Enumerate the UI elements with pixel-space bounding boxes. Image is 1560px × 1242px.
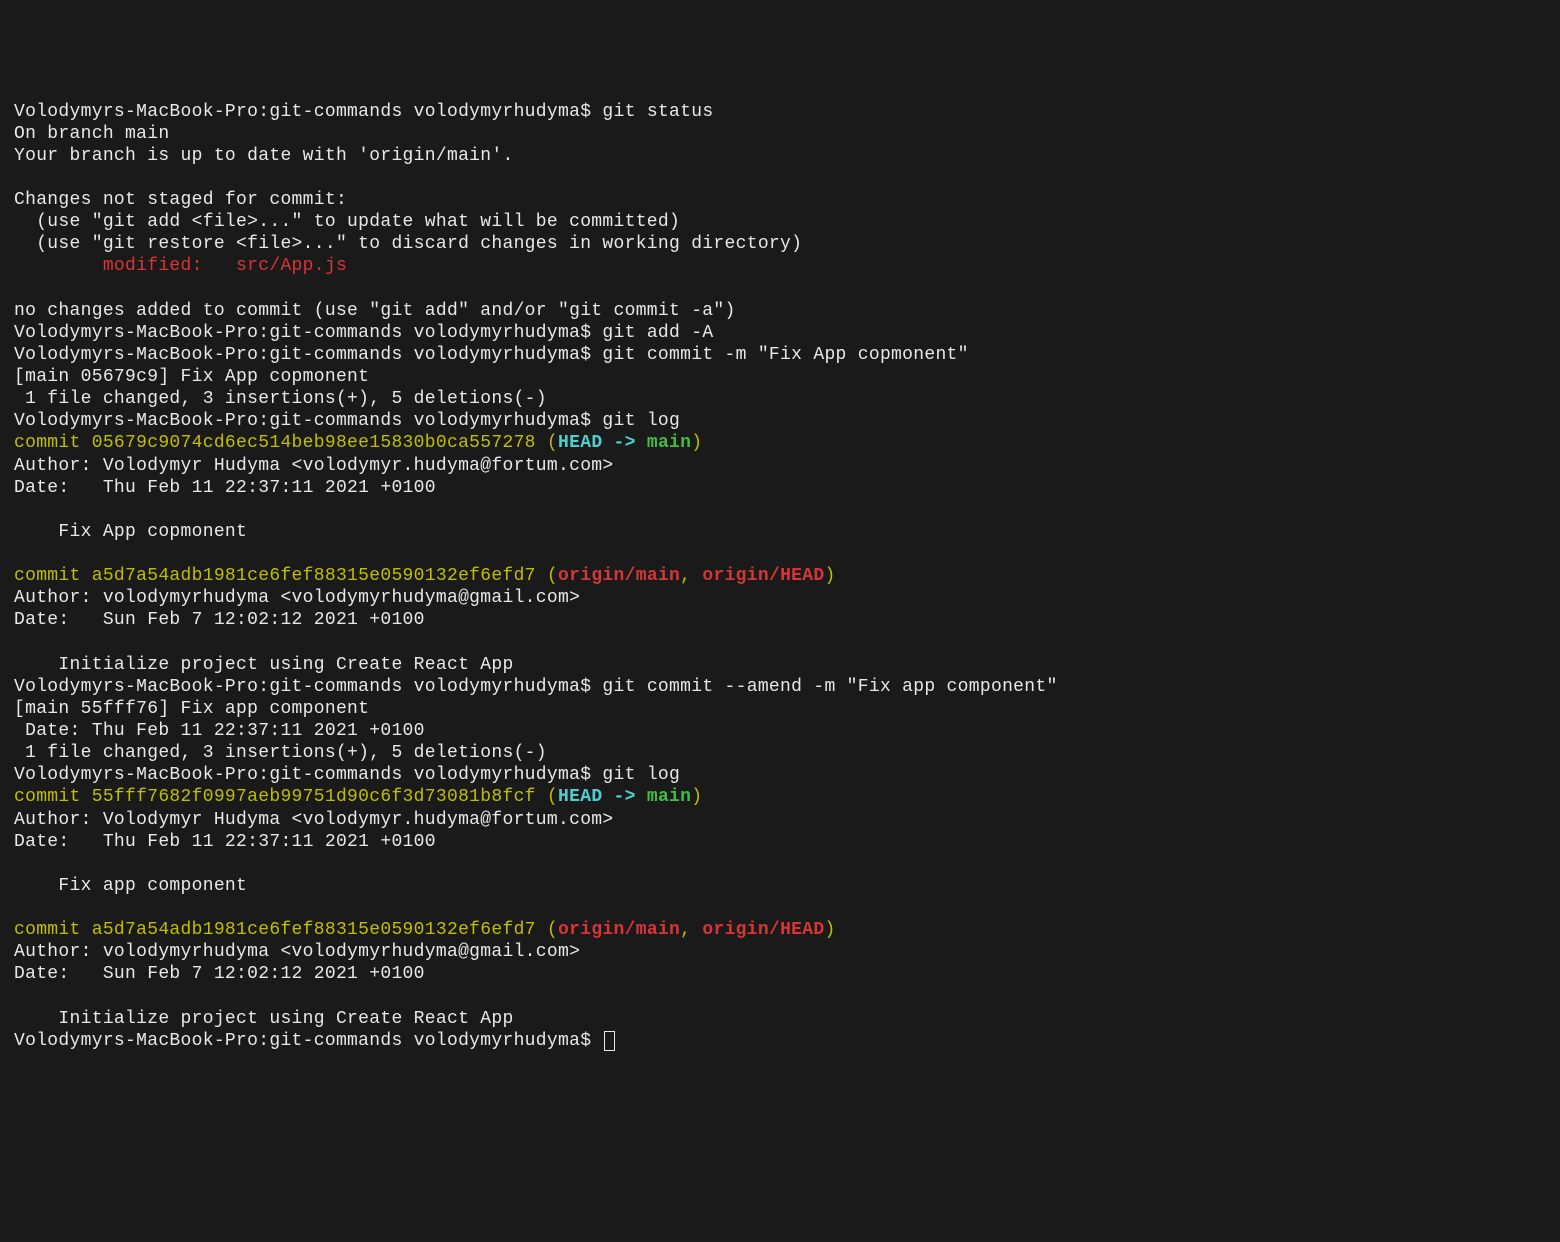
commit-message: Fix app component	[14, 876, 247, 896]
prompt: Volodymyrs-MacBook-Pro:git-commands volo…	[14, 411, 602, 431]
status-modified-file: modified: src/App.js	[14, 256, 347, 276]
terminal[interactable]: Volodymyrs-MacBook-Pro:git-commands volo…	[14, 101, 1546, 1052]
cmd-git-commit: git commit -m "Fix App copmonent"	[602, 345, 968, 365]
cmd-git-status: git status	[602, 102, 713, 122]
status-not-staged: Changes not staged for commit:	[14, 190, 347, 210]
head-ref: HEAD ->	[558, 787, 647, 807]
paren: )	[691, 433, 702, 453]
commit-stats: 1 file changed, 3 insertions(+), 5 delet…	[14, 743, 547, 763]
cursor-icon	[604, 1031, 615, 1051]
paren: (	[536, 920, 558, 940]
paren: )	[824, 920, 835, 940]
prompt: Volodymyrs-MacBook-Pro:git-commands volo…	[14, 102, 602, 122]
prompt: Volodymyrs-MacBook-Pro:git-commands volo…	[14, 345, 602, 365]
commit-hash: commit 55fff7682f0997aeb99751d90c6f3d730…	[14, 787, 536, 807]
status-hint: (use "git restore <file>..." to discard …	[14, 234, 802, 254]
commit-hash: commit a5d7a54adb1981ce6fef88315e0590132…	[14, 920, 536, 940]
commit-author: Author: volodymyrhudyma <volodymyrhudyma…	[14, 942, 580, 962]
commit-date: Date: Sun Feb 7 12:02:12 2021 +0100	[14, 964, 425, 984]
commit-author: Author: volodymyrhudyma <volodymyrhudyma…	[14, 588, 580, 608]
cmd-git-log: git log	[602, 411, 680, 431]
remote-ref: origin/HEAD	[702, 920, 824, 940]
paren: )	[691, 787, 702, 807]
commit-date: Date: Thu Feb 11 22:37:11 2021 +0100	[14, 832, 436, 852]
prompt: Volodymyrs-MacBook-Pro:git-commands volo…	[14, 765, 602, 785]
cmd-git-log: git log	[602, 765, 680, 785]
remote-ref: origin/main	[558, 566, 680, 586]
paren: (	[536, 433, 558, 453]
paren: (	[536, 566, 558, 586]
comma: ,	[680, 920, 702, 940]
branch-ref: main	[647, 433, 691, 453]
status-hint: (use "git add <file>..." to update what …	[14, 212, 680, 232]
commit-summary: [main 05679c9] Fix App copmonent	[14, 367, 369, 387]
commit-hash: commit 05679c9074cd6ec514beb98ee15830b0c…	[14, 433, 536, 453]
comma: ,	[680, 566, 702, 586]
commit-message: Initialize project using Create React Ap…	[14, 1009, 514, 1029]
commit-date: Date: Thu Feb 11 22:37:11 2021 +0100	[14, 478, 436, 498]
commit-date: Date: Sun Feb 7 12:02:12 2021 +0100	[14, 610, 425, 630]
status-branch: On branch main	[14, 124, 169, 144]
paren: (	[536, 787, 558, 807]
commit-summary: [main 55fff76] Fix app component	[14, 699, 369, 719]
prompt: Volodymyrs-MacBook-Pro:git-commands volo…	[14, 1031, 602, 1051]
commit-message: Fix App copmonent	[14, 522, 247, 542]
branch-ref: main	[647, 787, 691, 807]
status-no-changes: no changes added to commit (use "git add…	[14, 301, 736, 321]
paren: )	[824, 566, 835, 586]
commit-author: Author: Volodymyr Hudyma <volodymyr.hudy…	[14, 810, 614, 830]
prompt: Volodymyrs-MacBook-Pro:git-commands volo…	[14, 677, 602, 697]
commit-hash: commit a5d7a54adb1981ce6fef88315e0590132…	[14, 566, 536, 586]
head-ref: HEAD ->	[558, 433, 647, 453]
prompt: Volodymyrs-MacBook-Pro:git-commands volo…	[14, 323, 602, 343]
remote-ref: origin/main	[558, 920, 680, 940]
commit-message: Initialize project using Create React Ap…	[14, 655, 514, 675]
status-uptodate: Your branch is up to date with 'origin/m…	[14, 146, 514, 166]
commit-stats: 1 file changed, 3 insertions(+), 5 delet…	[14, 389, 547, 409]
commit-author: Author: Volodymyr Hudyma <volodymyr.hudy…	[14, 456, 614, 476]
cmd-git-add: git add -A	[602, 323, 713, 343]
commit-date: Date: Thu Feb 11 22:37:11 2021 +0100	[14, 721, 425, 741]
remote-ref: origin/HEAD	[702, 566, 824, 586]
cmd-git-commit-amend: git commit --amend -m "Fix app component…	[602, 677, 1057, 697]
